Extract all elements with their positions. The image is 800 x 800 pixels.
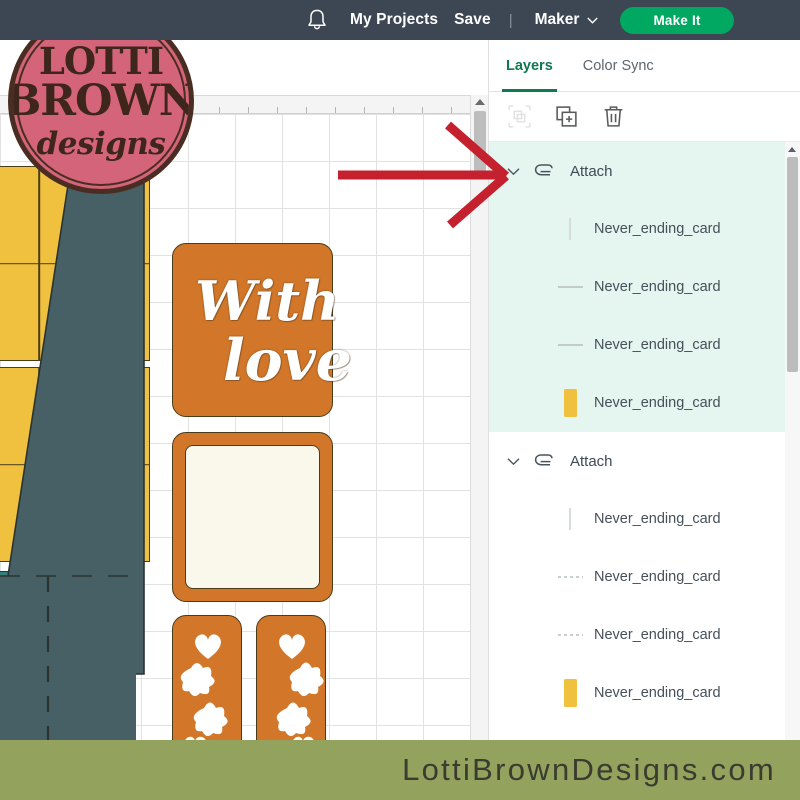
layer-item-label: Never_ending_card — [594, 511, 721, 527]
logo-line-3: designs — [36, 125, 166, 162]
layer-swatch-score-line — [555, 286, 585, 288]
layer-item-label: Never_ending_card — [594, 337, 721, 353]
site-url-text: LottiBrownDesigns.com — [402, 752, 776, 787]
tab-color-sync-label: Color Sync — [582, 57, 654, 74]
layer-swatch-score-line — [555, 344, 585, 346]
layer-swatch-cut-line — [555, 218, 585, 240]
layers-scroll-thumb[interactable] — [787, 157, 798, 372]
layers-toolbar — [489, 92, 800, 142]
canvas-shape-orange-frame[interactable] — [172, 432, 333, 602]
canvas-shape-bookmark-right[interactable] — [256, 615, 326, 740]
machine-selector[interactable]: Maker — [535, 11, 599, 29]
attach-paperclip-icon — [534, 164, 553, 176]
layer-item-label: Never_ending_card — [594, 569, 721, 585]
layer-swatch-color-fill — [555, 679, 585, 707]
layer-group-label: Attach — [570, 452, 613, 470]
layer-group-attach-1[interactable]: Attach Never_ending_card Never_ending_ca… — [489, 142, 800, 432]
bell-icon — [308, 9, 326, 30]
chevron-down-icon[interactable] — [507, 167, 520, 176]
top-toolbar: My Projects Save | Maker Make It — [0, 0, 800, 40]
layer-swatch-perforate-line — [555, 634, 585, 636]
layer-swatch-cut-line — [555, 508, 585, 530]
layer-group-attach-2[interactable]: Attach Never_ending_card Never_ending_ca… — [489, 432, 800, 722]
layer-group-header[interactable]: Attach — [489, 142, 800, 200]
scroll-up-arrow-icon[interactable] — [788, 147, 796, 152]
layer-group-header[interactable]: Attach — [489, 432, 800, 490]
canvas-shape-cream-panel[interactable] — [185, 445, 320, 589]
canvas-shape-bookmark-left[interactable] — [172, 615, 242, 740]
layer-item-label: Never_ending_card — [594, 685, 721, 701]
canvas-shape-slate-card-body[interactable] — [0, 164, 160, 740]
canvas-shape-with-love-card[interactable]: With love — [172, 243, 352, 417]
chevron-down-icon[interactable] — [507, 457, 520, 466]
layers-panel-scrollbar[interactable] — [785, 142, 800, 740]
layer-swatch-color-fill — [555, 389, 585, 417]
site-banner: LottiBrownDesigns.com — [0, 740, 800, 800]
save-button[interactable]: Save — [454, 11, 491, 29]
canvas-vertical-scrollbar[interactable] — [470, 95, 488, 740]
duplicate-icon[interactable] — [554, 104, 579, 129]
layer-item[interactable]: Never_ending_card — [489, 316, 800, 374]
scroll-up-arrow-icon[interactable] — [475, 99, 485, 105]
delete-icon[interactable] — [601, 104, 626, 129]
layer-item[interactable]: Never_ending_card — [489, 374, 800, 432]
layer-item-label: Never_ending_card — [594, 221, 721, 237]
bookmark-cutouts-left — [180, 634, 228, 740]
tab-layers[interactable]: Layers — [502, 40, 557, 92]
logo-line-2: BROWN — [8, 76, 194, 127]
attach-paperclip-icon — [534, 454, 553, 466]
tab-color-sync[interactable]: Color Sync — [583, 40, 654, 92]
canvas-grid[interactable]: With love — [0, 114, 470, 740]
group-icon[interactable] — [507, 104, 532, 129]
layer-item[interactable]: Never_ending_card — [489, 548, 800, 606]
tab-layers-label: Layers — [506, 57, 553, 74]
layer-group-label: Attach — [570, 162, 613, 180]
bookmark-cutouts-right — [276, 634, 324, 740]
layer-item[interactable]: Never_ending_card — [489, 200, 800, 258]
layer-item-label: Never_ending_card — [594, 627, 721, 643]
canvas-text-with: With — [195, 269, 340, 333]
layer-item-label: Never_ending_card — [594, 395, 721, 411]
layer-item[interactable]: Never_ending_card — [489, 258, 800, 316]
chevron-down-icon — [587, 17, 599, 24]
canvas-scroll-thumb[interactable] — [474, 111, 486, 171]
my-projects-link[interactable]: My Projects — [350, 11, 438, 29]
layer-item[interactable]: Never_ending_card — [489, 606, 800, 664]
cricut-design-space-screenshot: With love Layers Color Sync Attach Never… — [0, 0, 800, 800]
toolbar-divider: | — [508, 11, 513, 29]
panel-tabs: Layers Color Sync — [489, 40, 800, 92]
layer-swatch-perforate-line — [555, 576, 585, 578]
logo-line-1: LOTTI — [38, 39, 164, 83]
notifications-button[interactable] — [300, 3, 334, 37]
layers-list[interactable]: Attach Never_ending_card Never_ending_ca… — [489, 142, 800, 740]
layer-item[interactable]: Never_ending_card — [489, 664, 800, 722]
layer-item[interactable]: Never_ending_card — [489, 490, 800, 548]
layers-panel: Layers Color Sync Attach Never_ending_ca… — [488, 40, 800, 740]
layer-item-label: Never_ending_card — [594, 279, 721, 295]
canvas-text-love: love — [223, 327, 353, 394]
machine-name-label: Maker — [534, 11, 580, 28]
make-it-button[interactable]: Make It — [620, 6, 734, 34]
